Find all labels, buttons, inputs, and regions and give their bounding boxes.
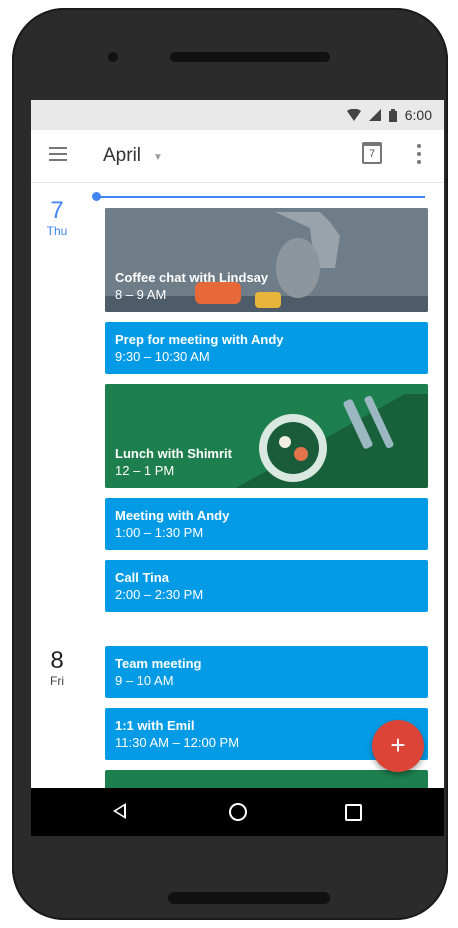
status-time: 6:00 <box>404 107 432 123</box>
event-title: Coffee chat with Lindsay <box>115 270 269 285</box>
event-title: Call Tina <box>115 570 169 585</box>
menu-icon[interactable] <box>49 147 67 161</box>
event-time: 1:00 – 1:30 PM <box>115 525 204 540</box>
back-icon[interactable] <box>113 803 126 819</box>
signal-icon <box>368 109 381 121</box>
recents-icon[interactable] <box>345 804 362 821</box>
event-time: 12 – 1 PM <box>115 463 175 478</box>
event-time: 9:30 – 10:30 AM <box>115 349 210 364</box>
event-card[interactable]: Meeting with Andy 1:00 – 1:30 PM <box>105 498 428 550</box>
event-title: 1:1 with Emil <box>115 718 195 733</box>
schedule-list[interactable]: 7 Thu Coffee chat with Lindsay 8 – 9 AM … <box>31 182 444 810</box>
event-text: Lunch with Shimrit 12 – 1 PM <box>115 446 232 478</box>
wifi-icon <box>346 109 361 121</box>
event-text: Coffee chat with Lindsay 8 – 9 AM <box>115 270 268 302</box>
bottom-speaker <box>168 892 330 904</box>
event-card[interactable]: Coffee chat with Lindsay 8 – 9 AM <box>105 208 428 312</box>
day-name: Thu <box>46 224 68 238</box>
event-time: 2:00 – 2:30 PM <box>115 587 204 602</box>
event-card[interactable]: Team meeting 9 – 10 AM <box>105 646 428 698</box>
more-vert-icon[interactable] <box>417 144 421 164</box>
earpiece-speaker <box>170 52 330 62</box>
day-name: Fri <box>50 674 64 688</box>
event-card[interactable]: Prep for meeting with Andy 9:30 – 10:30 … <box>105 322 428 374</box>
phone-screen: 6:00 April ▼ 7 7 Thu Coffee chat with Li… <box>31 100 444 836</box>
app-bar: April ▼ 7 <box>31 130 444 183</box>
event-title: Team meeting <box>115 656 202 671</box>
event-time: 11:30 AM – 12:00 PM <box>115 735 240 750</box>
caret-down-icon[interactable]: ▼ <box>153 152 163 163</box>
today-calendar-day: 7 <box>368 148 376 160</box>
status-bar: 6:00 <box>31 100 444 130</box>
event-title: Meeting with Andy <box>115 508 230 523</box>
android-nav-bar <box>31 788 444 836</box>
day-number[interactable]: 7 <box>37 198 77 224</box>
event-time: 9 – 10 AM <box>115 673 174 688</box>
day-number[interactable]: 8 <box>37 648 77 674</box>
today-calendar-icon[interactable]: 7 <box>362 142 382 164</box>
event-card[interactable]: Lunch with Shimrit 12 – 1 PM <box>105 384 428 488</box>
event-card[interactable]: Call Tina 2:00 – 2:30 PM <box>105 560 428 612</box>
event-title: Prep for meeting with Andy <box>115 332 284 347</box>
battery-icon <box>388 108 397 122</box>
event-title: Lunch with Shimrit <box>115 446 232 461</box>
month-title[interactable]: April <box>103 145 141 167</box>
home-icon[interactable] <box>229 803 247 821</box>
event-time: 8 – 9 AM <box>115 287 167 302</box>
current-time-line <box>97 196 425 198</box>
front-camera <box>108 52 118 62</box>
